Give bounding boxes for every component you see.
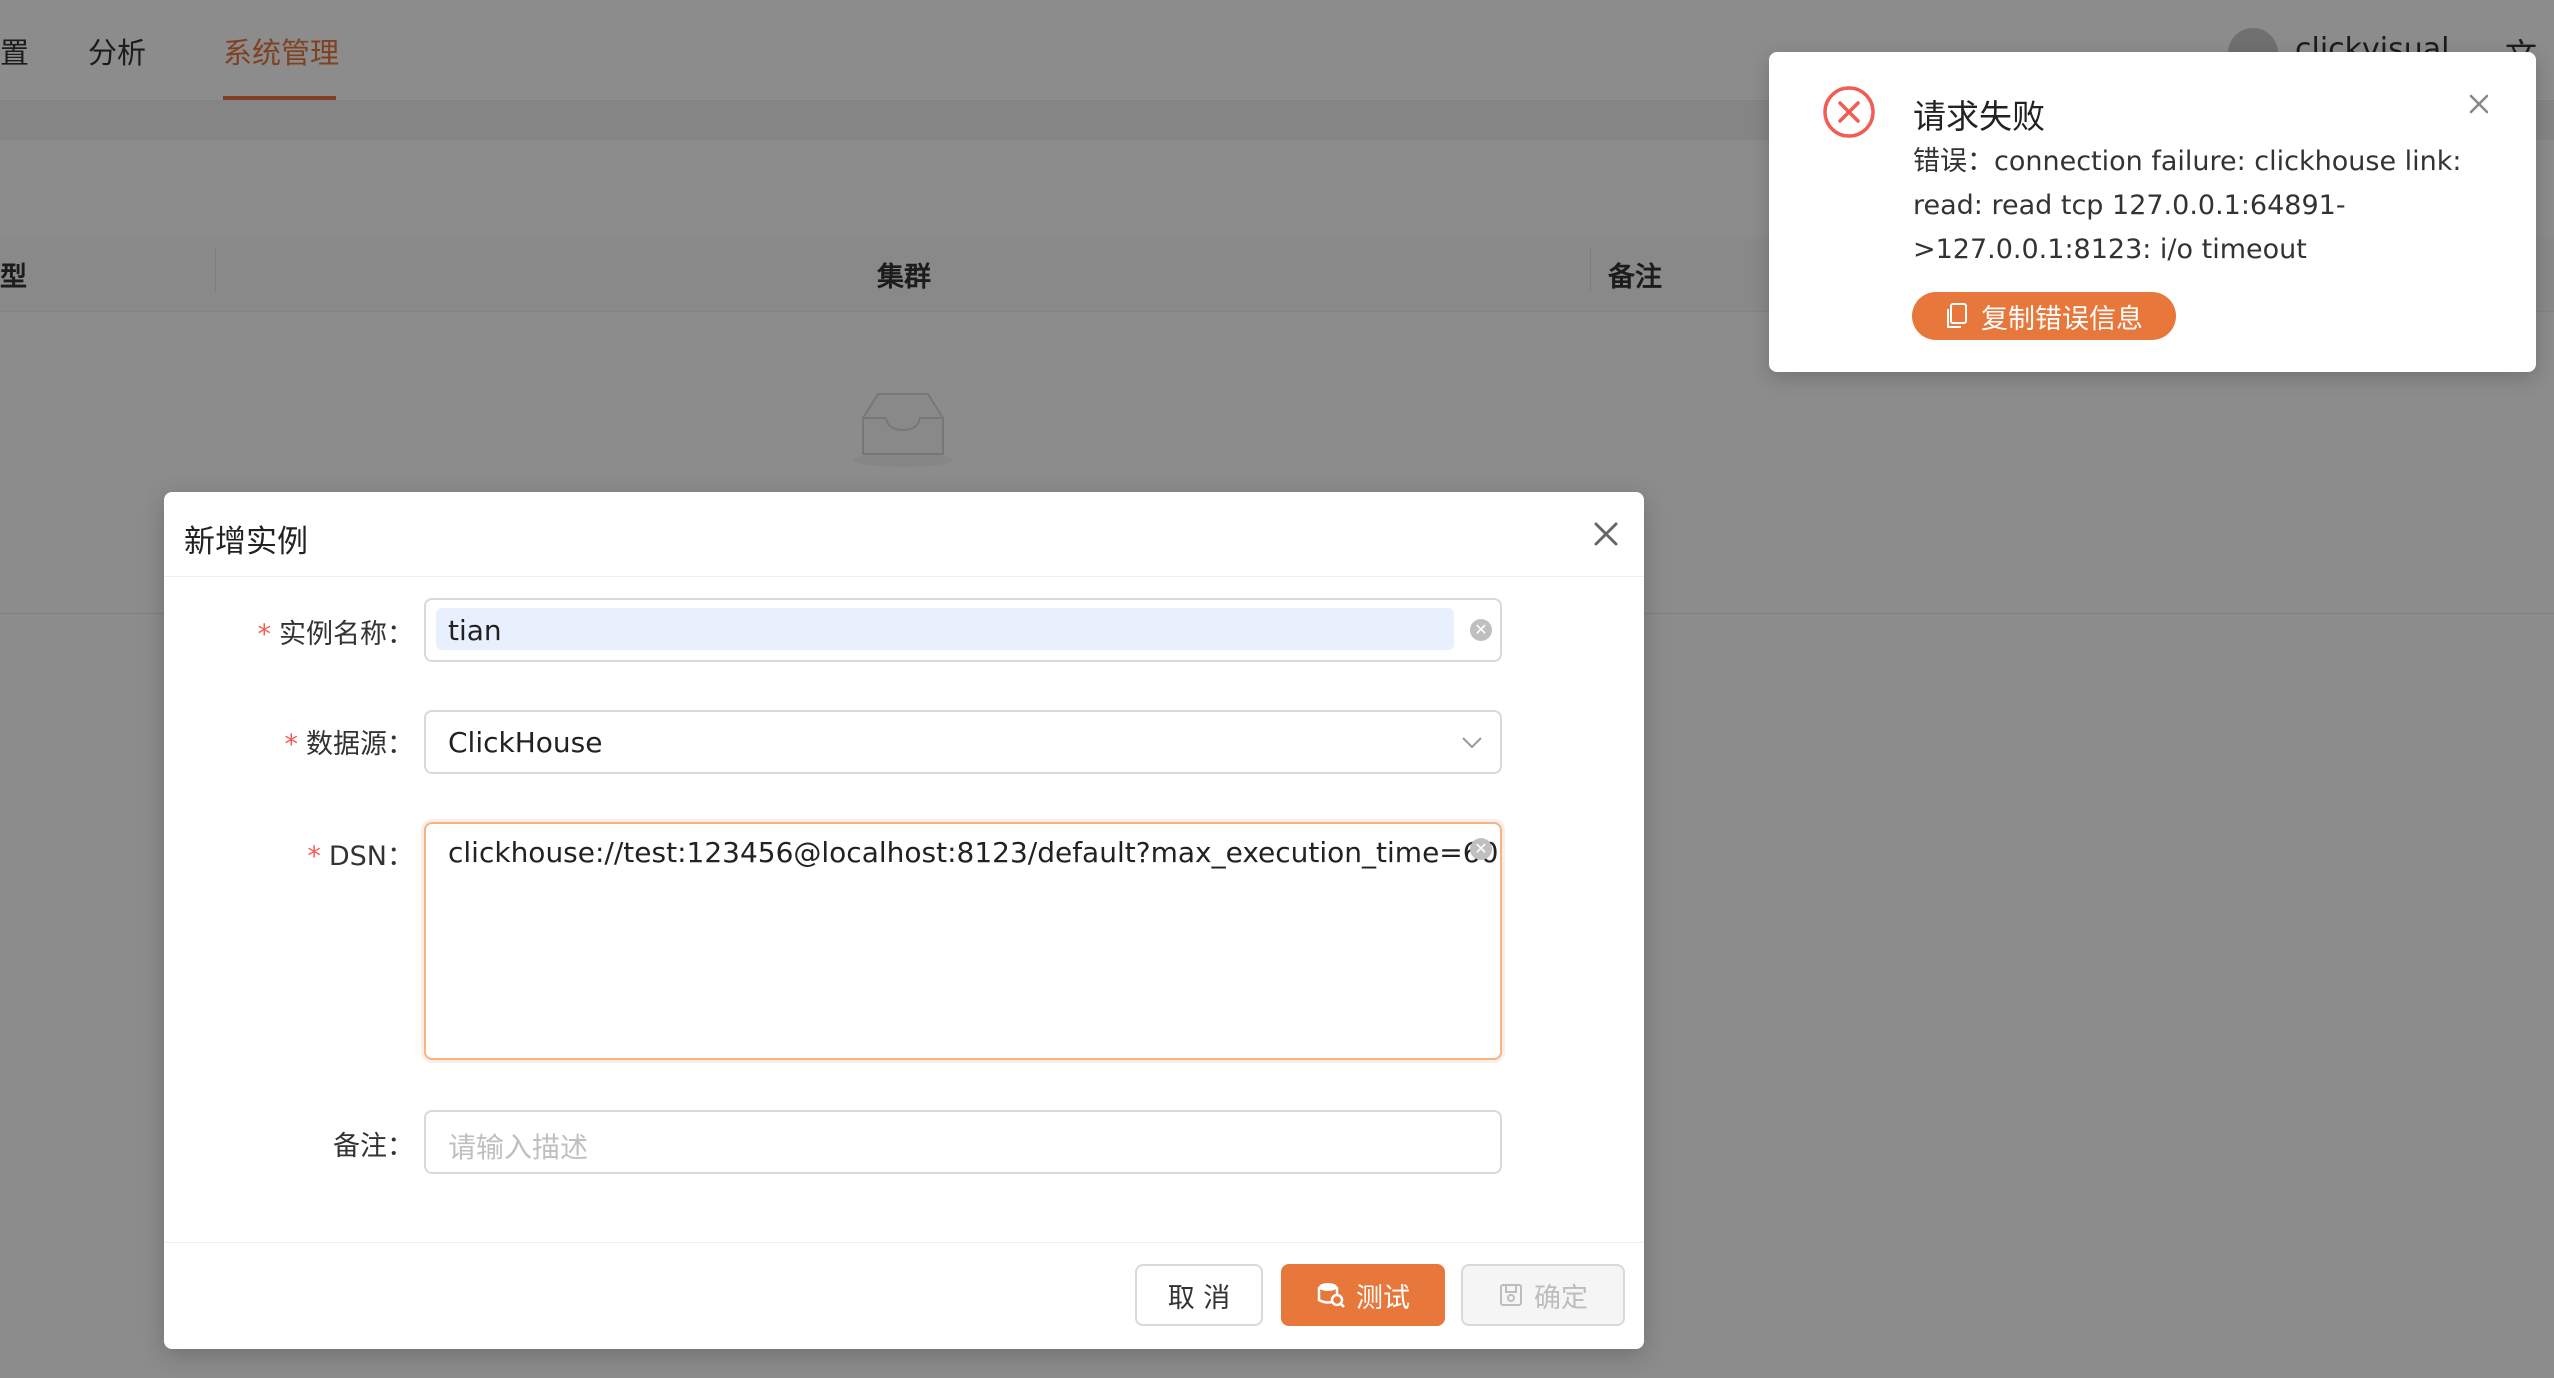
message-line: >127.0.0.1:8123: i/o timeout <box>1913 234 2307 265</box>
database-search-icon <box>1317 1283 1345 1308</box>
modal-title: 新增实例 <box>184 524 308 560</box>
test-button-label: 测试 <box>1356 1282 1410 1314</box>
message-line: 错误：connection failure: clickhouse link: <box>1913 146 2462 177</box>
error-circle-icon <box>1823 86 1875 138</box>
description-placeholder: 请输入描述 <box>448 1131 589 1164</box>
modal-footer-divider <box>164 1242 1644 1243</box>
copy-icon <box>1947 303 1967 328</box>
autofill-highlight <box>436 608 1454 650</box>
dsn-value: clickhouse://test:123456@localhost:8123/… <box>448 836 1499 869</box>
dsn-label: * DSN： <box>307 841 414 872</box>
instance-name-label: * 实例名称： <box>257 619 415 650</box>
clear-icon[interactable]: ✕ <box>1470 838 1492 860</box>
modal-header: 新增实例 <box>164 492 1644 577</box>
add-instance-modal: 新增实例 * 实例名称： tian ✕ * 数据源： ClickHouse * DSN… <box>164 492 1644 1349</box>
datasource-select[interactable]: ClickHouse <box>424 710 1502 774</box>
instance-name-value: tian <box>448 614 502 647</box>
close-icon[interactable] <box>2463 88 2495 120</box>
chevron-down-icon[interactable] <box>1460 732 1484 752</box>
datasource-label: * 数据源： <box>284 729 415 760</box>
save-icon <box>1500 1284 1522 1306</box>
cancel-button-label: 取 消 <box>1167 1282 1231 1314</box>
instance-name-input[interactable]: tian ✕ <box>424 598 1502 662</box>
required-mark: * <box>307 841 321 872</box>
copy-error-button-label: 复制错误信息 <box>1981 303 2143 335</box>
description-input[interactable]: 请输入描述 <box>424 1110 1502 1174</box>
description-label: 备注： <box>333 1131 414 1162</box>
confirm-button-label: 确定 <box>1534 1282 1588 1314</box>
required-mark: * <box>284 729 299 760</box>
notification-message: 错误：connection failure: clickhouse link: … <box>1913 140 2493 272</box>
required-mark: * <box>257 619 272 650</box>
close-icon[interactable] <box>1584 512 1628 556</box>
message-line: read: read tcp 127.0.0.1:64891- <box>1913 190 2346 221</box>
confirm-button[interactable]: 确定 <box>1461 1264 1625 1326</box>
error-notification: 请求失败 错误：connection failure: clickhouse l… <box>1769 52 2536 372</box>
cancel-button[interactable]: 取 消 <box>1135 1264 1263 1326</box>
notification-title: 请求失败 <box>1913 97 2045 136</box>
datasource-value: ClickHouse <box>448 726 603 759</box>
dsn-textarea[interactable]: clickhouse://test:123456@localhost:8123/… <box>424 822 1502 1060</box>
copy-error-button[interactable]: 复制错误信息 <box>1912 292 2176 340</box>
clear-icon[interactable]: ✕ <box>1470 619 1492 641</box>
test-button[interactable]: 测试 <box>1281 1264 1445 1326</box>
